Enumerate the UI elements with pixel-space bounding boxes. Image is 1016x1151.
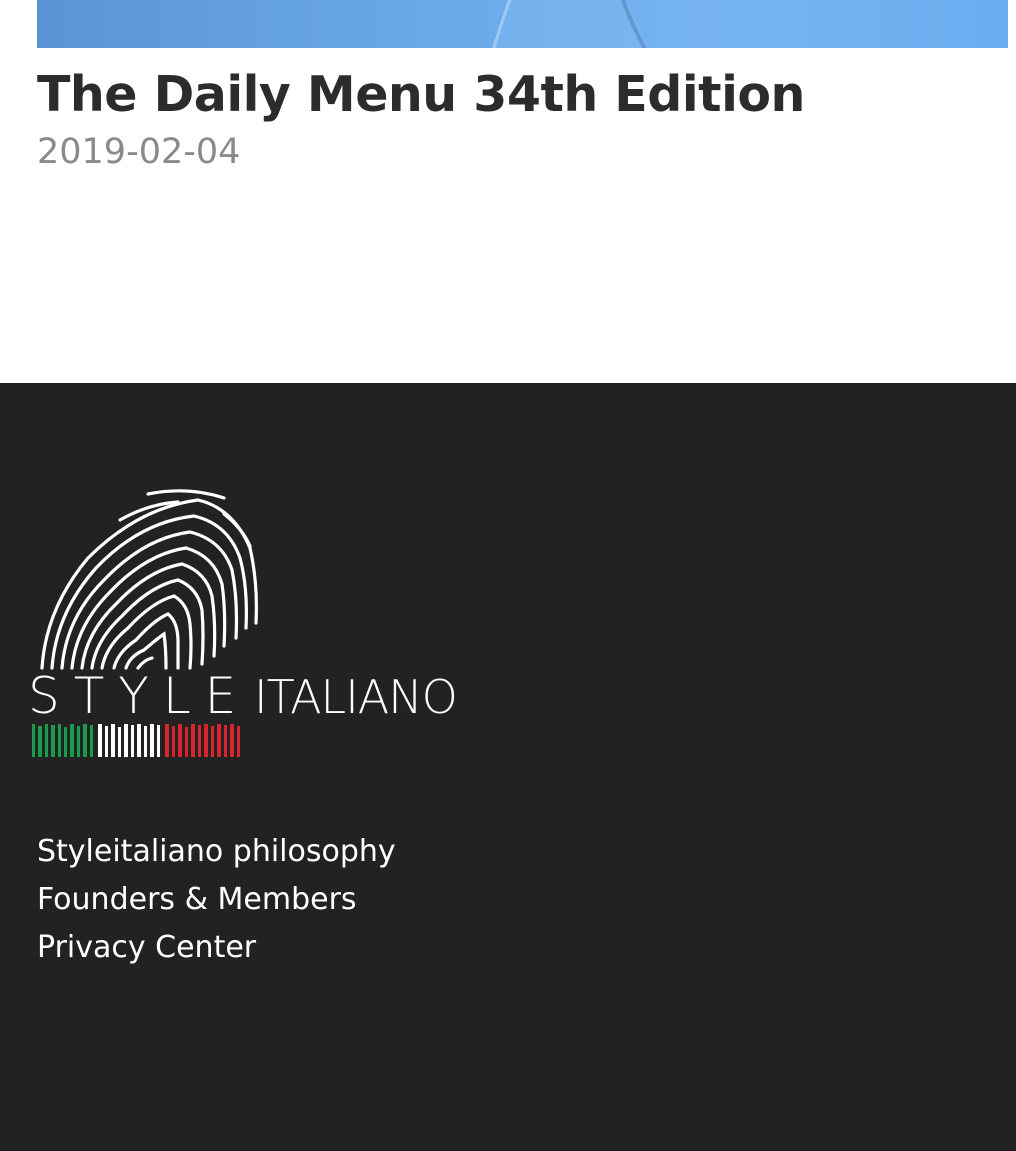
site-footer: STYLE ITALIANO Styleitaliano philosophy … [0, 383, 1016, 1151]
italian-flag-barcode [32, 724, 240, 757]
logo-word-style: STYLE [28, 667, 250, 725]
founders-members-link[interactable]: Founders & Members [37, 882, 357, 917]
footer-link-item: Privacy Center [37, 926, 396, 974]
fingerprint-icon [40, 489, 258, 670]
footer-links: Styleitaliano philosophy Founders & Memb… [37, 830, 396, 974]
logo-wordmark: STYLE ITALIANO [28, 667, 458, 725]
privacy-center-link[interactable]: Privacy Center [37, 930, 256, 965]
article-hero-image[interactable] [37, 0, 1008, 48]
footer-link-item: Styleitaliano philosophy [37, 830, 396, 878]
logo-word-italiano: ITALIANO [254, 670, 457, 724]
philosophy-link[interactable]: Styleitaliano philosophy [37, 834, 396, 869]
footer-link-item: Founders & Members [37, 878, 396, 926]
bottle-image [492, 0, 648, 48]
styleitaliano-logo[interactable]: STYLE ITALIANO [28, 488, 478, 758]
article-date: 2019-02-04 [37, 132, 241, 172]
page: The Daily Menu 34th Edition 2019-02-04 S… [0, 0, 1016, 1151]
article-card: The Daily Menu 34th Edition 2019-02-04 [0, 0, 1016, 383]
article-title[interactable]: The Daily Menu 34th Edition [37, 62, 805, 128]
